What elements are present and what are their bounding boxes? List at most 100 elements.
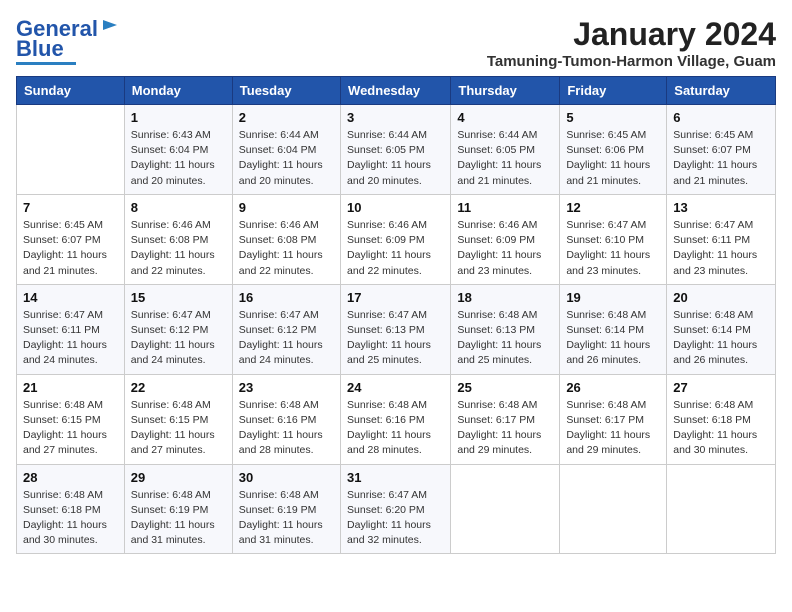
calendar-week-row: 7Sunrise: 6:45 AM Sunset: 6:07 PM Daylig… (17, 194, 776, 284)
day-of-week-header: Sunday (17, 77, 125, 105)
day-info: Sunrise: 6:46 AM Sunset: 6:08 PM Dayligh… (131, 218, 226, 279)
calendar-day-cell: 28Sunrise: 6:48 AM Sunset: 6:18 PM Dayli… (17, 464, 125, 554)
calendar-day-cell: 12 Sunrise: 6:47 AM Sunset: 6:10 PM Dayli… (560, 194, 667, 284)
day-number: 18 (457, 290, 553, 305)
day-number: 2 (239, 110, 334, 125)
calendar-day-cell: 20 Sunrise: 6:48 AM Sunset: 6:14 PM Dayli… (667, 284, 776, 374)
day-number: 6 (673, 110, 769, 125)
logo-arrow-icon (101, 16, 119, 39)
day-number: 17 (347, 290, 444, 305)
calendar-day-cell: 5 Sunrise: 6:45 AM Sunset: 6:06 PM Daylig… (560, 105, 667, 195)
day-info: Sunrise: 6:48 AM Sunset: 6:19 PM Dayligh… (131, 488, 226, 549)
day-number: 9 (239, 200, 334, 215)
day-info: Sunrise: 6:48 AM Sunset: 6:17 PM Dayligh… (566, 398, 660, 459)
day-number: 10 (347, 200, 444, 215)
day-number: 21 (23, 380, 118, 395)
day-info: Sunrise: 6:48 AM Sunset: 6:14 PM Dayligh… (673, 308, 769, 369)
calendar-day-cell (17, 105, 125, 195)
day-info: Sunrise: 6:48 AM Sunset: 6:18 PM Dayligh… (23, 488, 118, 549)
day-number: 31 (347, 470, 444, 485)
calendar-week-row: 21 Sunrise: 6:48 AM Sunset: 6:15 PM Dayli… (17, 374, 776, 464)
day-of-week-header: Wednesday (341, 77, 451, 105)
day-info: Sunrise: 6:45 AM Sunset: 6:06 PM Dayligh… (566, 128, 660, 189)
day-info: Sunrise: 6:48 AM Sunset: 6:18 PM Dayligh… (673, 398, 769, 459)
day-info: Sunrise: 6:48 AM Sunset: 6:16 PM Dayligh… (347, 398, 444, 459)
calendar-day-cell (451, 464, 560, 554)
day-number: 1 (131, 110, 226, 125)
logo-line (16, 62, 76, 65)
day-info: Sunrise: 6:47 AM Sunset: 6:12 PM Dayligh… (131, 308, 226, 369)
calendar-day-cell: 26 Sunrise: 6:48 AM Sunset: 6:17 PM Dayli… (560, 374, 667, 464)
calendar-day-cell: 22 Sunrise: 6:48 AM Sunset: 6:15 PM Dayli… (124, 374, 232, 464)
day-info: Sunrise: 6:44 AM Sunset: 6:05 PM Dayligh… (347, 128, 444, 189)
calendar-day-cell: 18 Sunrise: 6:48 AM Sunset: 6:13 PM Dayli… (451, 284, 560, 374)
month-title: January 2024 (487, 16, 776, 53)
calendar-body: 1Sunrise: 6:43 AM Sunset: 6:04 PM Daylig… (17, 105, 776, 554)
day-number: 20 (673, 290, 769, 305)
day-number: 11 (457, 200, 553, 215)
calendar-day-cell: 31Sunrise: 6:47 AM Sunset: 6:20 PM Dayli… (341, 464, 451, 554)
calendar-day-cell: 14 Sunrise: 6:47 AM Sunset: 6:11 PM Dayli… (17, 284, 125, 374)
day-number: 5 (566, 110, 660, 125)
day-number: 3 (347, 110, 444, 125)
calendar-day-cell: 13 Sunrise: 6:47 AM Sunset: 6:11 PM Dayli… (667, 194, 776, 284)
calendar-day-cell: 15Sunrise: 6:47 AM Sunset: 6:12 PM Dayli… (124, 284, 232, 374)
calendar-week-row: 14 Sunrise: 6:47 AM Sunset: 6:11 PM Dayli… (17, 284, 776, 374)
title-section: January 2024 Tamuning-Tumon-Harmon Villa… (487, 16, 776, 70)
calendar-day-cell: 17 Sunrise: 6:47 AM Sunset: 6:13 PM Dayli… (341, 284, 451, 374)
day-number: 24 (347, 380, 444, 395)
day-number: 7 (23, 200, 118, 215)
day-info: Sunrise: 6:48 AM Sunset: 6:17 PM Dayligh… (457, 398, 553, 459)
day-info: Sunrise: 6:48 AM Sunset: 6:15 PM Dayligh… (23, 398, 118, 459)
day-info: Sunrise: 6:48 AM Sunset: 6:13 PM Dayligh… (457, 308, 553, 369)
day-info: Sunrise: 6:47 AM Sunset: 6:10 PM Dayligh… (566, 218, 660, 279)
calendar-day-cell: 3 Sunrise: 6:44 AM Sunset: 6:05 PM Daylig… (341, 105, 451, 195)
day-info: Sunrise: 6:47 AM Sunset: 6:11 PM Dayligh… (673, 218, 769, 279)
day-of-week-header: Monday (124, 77, 232, 105)
day-info: Sunrise: 6:48 AM Sunset: 6:16 PM Dayligh… (239, 398, 334, 459)
day-number: 19 (566, 290, 660, 305)
calendar-day-cell: 8 Sunrise: 6:46 AM Sunset: 6:08 PM Daylig… (124, 194, 232, 284)
calendar-day-cell: 6 Sunrise: 6:45 AM Sunset: 6:07 PM Daylig… (667, 105, 776, 195)
day-info: Sunrise: 6:45 AM Sunset: 6:07 PM Dayligh… (673, 128, 769, 189)
day-info: Sunrise: 6:47 AM Sunset: 6:12 PM Dayligh… (239, 308, 334, 369)
logo-text-blue: Blue (16, 38, 64, 60)
day-info: Sunrise: 6:44 AM Sunset: 6:05 PM Dayligh… (457, 128, 553, 189)
calendar-week-row: 28Sunrise: 6:48 AM Sunset: 6:18 PM Dayli… (17, 464, 776, 554)
calendar-week-row: 1Sunrise: 6:43 AM Sunset: 6:04 PM Daylig… (17, 105, 776, 195)
calendar-day-cell: 27 Sunrise: 6:48 AM Sunset: 6:18 PM Dayli… (667, 374, 776, 464)
day-number: 23 (239, 380, 334, 395)
day-of-week-header: Friday (560, 77, 667, 105)
calendar-day-cell (667, 464, 776, 554)
calendar-day-cell: 21 Sunrise: 6:48 AM Sunset: 6:15 PM Dayli… (17, 374, 125, 464)
logo: General Blue (16, 16, 119, 65)
day-number: 30 (239, 470, 334, 485)
calendar-day-cell: 2 Sunrise: 6:44 AM Sunset: 6:04 PM Daylig… (232, 105, 340, 195)
day-number: 14 (23, 290, 118, 305)
day-number: 12 (566, 200, 660, 215)
calendar-day-cell: 11 Sunrise: 6:46 AM Sunset: 6:09 PM Dayli… (451, 194, 560, 284)
calendar-day-cell: 25Sunrise: 6:48 AM Sunset: 6:17 PM Dayli… (451, 374, 560, 464)
calendar-header-row: SundayMondayTuesdayWednesdayThursdayFrid… (17, 77, 776, 105)
day-of-week-header: Saturday (667, 77, 776, 105)
day-info: Sunrise: 6:48 AM Sunset: 6:14 PM Dayligh… (566, 308, 660, 369)
calendar-day-cell: 19 Sunrise: 6:48 AM Sunset: 6:14 PM Dayli… (560, 284, 667, 374)
calendar-table: SundayMondayTuesdayWednesdayThursdayFrid… (16, 76, 776, 554)
day-info: Sunrise: 6:44 AM Sunset: 6:04 PM Dayligh… (239, 128, 334, 189)
day-info: Sunrise: 6:46 AM Sunset: 6:09 PM Dayligh… (347, 218, 444, 279)
calendar-day-cell: 10 Sunrise: 6:46 AM Sunset: 6:09 PM Dayli… (341, 194, 451, 284)
day-number: 22 (131, 380, 226, 395)
calendar-day-cell: 23 Sunrise: 6:48 AM Sunset: 6:16 PM Dayli… (232, 374, 340, 464)
day-info: Sunrise: 6:46 AM Sunset: 6:09 PM Dayligh… (457, 218, 553, 279)
day-info: Sunrise: 6:47 AM Sunset: 6:13 PM Dayligh… (347, 308, 444, 369)
day-number: 16 (239, 290, 334, 305)
day-info: Sunrise: 6:46 AM Sunset: 6:08 PM Dayligh… (239, 218, 334, 279)
day-number: 27 (673, 380, 769, 395)
day-number: 13 (673, 200, 769, 215)
calendar-day-cell: 24 Sunrise: 6:48 AM Sunset: 6:16 PM Dayli… (341, 374, 451, 464)
calendar-day-cell: 16 Sunrise: 6:47 AM Sunset: 6:12 PM Dayli… (232, 284, 340, 374)
day-info: Sunrise: 6:48 AM Sunset: 6:15 PM Dayligh… (131, 398, 226, 459)
day-number: 8 (131, 200, 226, 215)
day-info: Sunrise: 6:47 AM Sunset: 6:11 PM Dayligh… (23, 308, 118, 369)
day-number: 26 (566, 380, 660, 395)
